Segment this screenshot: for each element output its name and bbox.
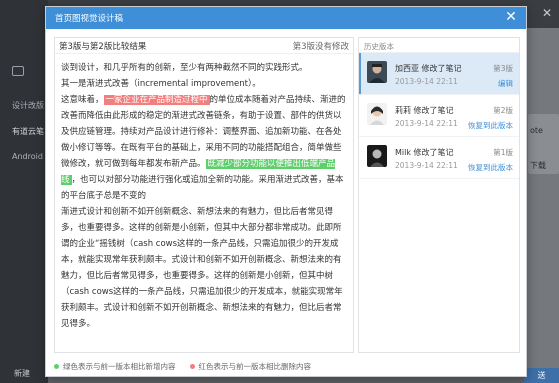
version-compare-dialog: 首页图视觉设计稿 ✕ 第3版与第2版比较结果 第3版没有修改 谈到设计，和几乎所… <box>45 6 527 377</box>
legend: 绿色表示与前一版本相比新增内容 红色表示与前一版本相比删除内容 <box>54 359 520 373</box>
restore-version-link[interactable]: 恢复到此版本 <box>468 120 513 131</box>
version-author: 加西亚 修改了笔记 <box>395 64 462 73</box>
version-time: 2013-9-14 22:11 <box>395 119 458 128</box>
version-author: 莉莉 修改了笔记 <box>395 106 454 115</box>
removed-text: 一家企业在产品制造过程中 <box>103 95 210 105</box>
version-item[interactable]: 莉莉 修改了笔记 2013-9-14 22:11 第2版 恢复到此版本 <box>359 95 519 137</box>
dialog-header: 首页图视觉设计稿 ✕ <box>46 7 526 29</box>
compare-paragraph: 谈到设计，和几乎所有的创新，至少有两种截然不同的实践形式。 <box>61 60 347 76</box>
version-item[interactable]: 加西亚 修改了笔记 2013-9-14 22:11 第3版 编辑 <box>359 53 519 95</box>
legend-added-label: 绿色表示与前一版本相比新增内容 <box>63 361 176 371</box>
dialog-title: 首页图视觉设计稿 <box>55 14 124 24</box>
background-right-text: ote <box>530 126 543 135</box>
history-panel: 历史版本 加西亚 修改了笔记 2013-9-14 22:11 第3版 编辑 莉莉… <box>358 37 520 353</box>
sidebar-item-design: 设计改版 <box>12 101 44 110</box>
restore-version-link[interactable]: 恢复到此版本 <box>468 162 513 173</box>
background-download-text: 下载 <box>530 161 546 170</box>
paragraph-text: ，也可以对部分功能进行强化或追加全新的功能。采用渐进式改善，基本的平台底子总是不… <box>61 175 344 201</box>
red-dot-icon <box>189 363 195 369</box>
version-number: 第3版 <box>493 64 513 73</box>
compare-paragraph: 其一是渐进式改善（incremental improvement）。 <box>61 76 347 92</box>
background-sidebar <box>0 0 48 383</box>
legend-removed-label: 红色表示与前一版本相比删除内容 <box>198 361 312 371</box>
compare-paragraph: 渐进式设计和创新不如开创新概念、新想法来的有魅力，但比后者常见得多，也重要得多。… <box>61 204 347 332</box>
compare-right-label: 第3版没有修改 <box>292 41 349 52</box>
background-close-icon: ✕ <box>541 6 553 20</box>
background-send-button: 送 <box>524 368 559 383</box>
compare-content: 谈到设计，和几乎所有的创新，至少有两种截然不同的实践形式。 其一是渐进式改善（in… <box>55 54 353 352</box>
paragraph-text: 这意味着， <box>61 95 104 105</box>
paragraph-text: 谈到设计，和几乎所有的创新，至少有两种截然不同的实践形式。 <box>61 63 308 73</box>
sidebar-item-android: Android <box>12 152 43 161</box>
paragraph-text: 其一是渐进式改善（incremental improvement）。 <box>61 79 261 89</box>
compare-header: 第3版与第2版比较结果 第3版没有修改 <box>55 38 353 54</box>
close-icon[interactable]: ✕ <box>504 10 518 25</box>
version-item[interactable]: Milk 修改了笔记 2013-9-14 22:11 第1版 恢复到此版本 <box>359 137 519 179</box>
dialog-body: 第3版与第2版比较结果 第3版没有修改 谈到设计，和几乎所有的创新，至少有两种截… <box>54 37 520 353</box>
avatar <box>367 61 387 83</box>
compare-paragraph: 这意味着， 一家企业在产品制造过程中 的单位成本随着对产品持续、渐进的改善而降低由此… <box>61 92 347 204</box>
green-dot-icon <box>54 363 59 369</box>
compare-panel: 第3版与第2版比较结果 第3版没有修改 谈到设计，和几乎所有的创新，至少有两种截… <box>54 37 354 353</box>
avatar <box>367 103 387 125</box>
paragraph-text: 的单位成本随着对产品持续、渐进的改善而降低由此形成的稳定的渐进式改善链条，有助于… <box>61 95 346 169</box>
legend-removed: 红色表示与前一版本相比删除内容 <box>189 361 312 372</box>
version-author: Milk 修改了笔记 <box>395 148 454 157</box>
version-number: 第1版 <box>493 148 513 157</box>
chat-icon <box>12 66 24 76</box>
background-right-panel <box>526 28 559 383</box>
version-number: 第2版 <box>493 106 513 115</box>
history-header: 历史版本 <box>359 38 519 53</box>
background-new-label: 新建 <box>14 369 30 378</box>
version-time: 2013-9-14 22:11 <box>395 77 458 86</box>
compare-left-label: 第3版与第2版比较结果 <box>59 41 147 52</box>
edit-link[interactable]: 编辑 <box>498 78 513 89</box>
avatar <box>367 145 387 167</box>
paragraph-text: 渐进式设计和创新不如开创新概念、新想法来的有魅力，但比后者常见得多，也重要得多。… <box>61 207 343 329</box>
sidebar-item-youdao: 有道云笔 <box>12 127 44 136</box>
version-time: 2013-9-14 22:11 <box>395 161 458 170</box>
legend-added: 绿色表示与前一版本相比新增内容 <box>54 361 176 372</box>
